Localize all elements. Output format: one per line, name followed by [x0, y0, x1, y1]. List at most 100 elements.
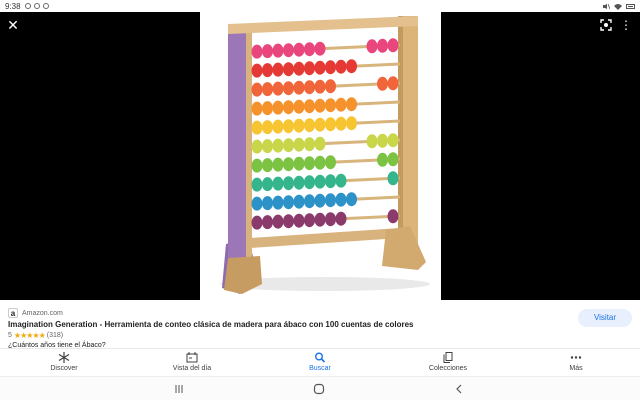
abacus-bead — [387, 171, 399, 186]
abacus-bead — [335, 97, 347, 112]
nav-discover[interactable]: Discover — [0, 349, 128, 376]
rating-count: (318) — [46, 332, 64, 339]
abacus-bead — [262, 139, 273, 154]
abacus-bead — [387, 133, 399, 148]
abacus-bead — [325, 212, 336, 227]
abacus-bead — [272, 195, 284, 210]
abacus-bead — [283, 100, 294, 115]
abacus-bead — [283, 62, 294, 77]
abacus-illustration — [220, 16, 430, 294]
notification-icon — [24, 3, 31, 9]
abacus-bead — [314, 60, 326, 75]
result-title[interactable]: Imagination Generation - Herramienta de … — [8, 320, 568, 329]
abacus-bead — [251, 82, 263, 97]
abacus-bead — [251, 215, 263, 230]
abacus-bead — [346, 192, 357, 207]
abacus-bead — [304, 99, 315, 114]
abacus-bead — [262, 101, 273, 116]
abacus-bead — [325, 117, 336, 132]
abacus-bead — [325, 155, 336, 170]
abacus-bead — [335, 173, 347, 188]
abacus-bead — [314, 79, 326, 94]
abacus-bead — [272, 100, 284, 115]
abacus-bead — [262, 82, 273, 97]
abacus-bead — [346, 116, 357, 131]
nav-label: Buscar — [309, 365, 331, 372]
abacus-bead — [387, 38, 399, 53]
abacus-bead — [346, 97, 357, 112]
abacus-bead — [325, 193, 336, 208]
abacus-bead — [366, 39, 378, 54]
abacus-bead — [251, 158, 263, 173]
abacus-bead — [304, 42, 315, 57]
abacus-bead — [272, 157, 284, 172]
system-status-icons — [602, 3, 635, 10]
mute-icon — [603, 3, 610, 9]
abacus-bead — [293, 99, 305, 114]
notification-icon — [42, 3, 49, 9]
abacus-bead — [304, 194, 315, 209]
recent-apps-icon[interactable] — [172, 382, 186, 396]
abacus-bead — [335, 211, 347, 226]
nav-colecciones[interactable]: Colecciones — [384, 349, 512, 376]
abacus-bead — [251, 101, 263, 116]
status-time: 9:38 — [5, 1, 21, 11]
abacus-bead — [262, 120, 273, 135]
source-name: Amazon.com — [22, 309, 63, 317]
abacus-image — [200, 12, 441, 300]
back-icon[interactable] — [452, 382, 466, 396]
amazon-logo-icon: a — [8, 308, 18, 318]
abacus-bead — [272, 214, 284, 229]
notification-icon — [33, 3, 40, 9]
abacus-bead — [251, 44, 263, 59]
abacus-bead — [262, 63, 273, 78]
abacus-bead — [293, 156, 305, 171]
abacus-bead — [283, 119, 294, 134]
abacus-bead — [325, 79, 336, 94]
abacus-bead — [283, 214, 294, 229]
abacus-bead — [272, 176, 284, 191]
abacus-bead — [272, 43, 284, 58]
nav-mas[interactable]: Más — [512, 349, 640, 376]
abacus-bead — [314, 212, 326, 227]
wifi-icon — [614, 3, 622, 10]
abacus-bead — [314, 174, 326, 189]
close-icon[interactable]: ✕ — [5, 17, 21, 33]
abacus-bead — [377, 133, 388, 148]
asterisk-icon — [58, 352, 70, 363]
screen: 9:38 ✕ ⋮ a Amazon.com Imagination Genera… — [0, 0, 640, 400]
more-horiz-icon — [570, 356, 582, 359]
visit-button[interactable]: Visitar — [578, 309, 632, 327]
abacus-bead — [251, 196, 263, 211]
more-vert-icon[interactable]: ⋮ — [620, 17, 632, 33]
rating-value: 5 — [8, 332, 12, 339]
abacus-bead — [387, 76, 399, 91]
abacus-bead — [325, 174, 336, 189]
abacus-bead — [304, 61, 315, 76]
lens-icon[interactable] — [598, 17, 614, 33]
abacus-bead — [283, 138, 294, 153]
abacus-bead — [304, 213, 315, 228]
abacus-bead — [251, 177, 263, 192]
abacus-bead — [314, 98, 326, 113]
abacus-bead — [304, 156, 315, 171]
abacus-bead — [272, 62, 284, 77]
abacus-bead — [293, 61, 305, 76]
source-row[interactable]: a Amazon.com — [8, 308, 63, 318]
image-viewer: ✕ ⋮ — [0, 12, 640, 300]
abacus-bead — [335, 59, 347, 74]
abacus-bead — [293, 118, 305, 133]
abacus-bead — [262, 177, 273, 192]
nav-vista-del-dia[interactable]: Vista del día — [128, 349, 256, 376]
abacus-bead — [283, 157, 294, 172]
abacus-bead — [283, 43, 294, 58]
home-icon[interactable] — [312, 382, 326, 396]
nav-label: Vista del día — [172, 365, 212, 372]
nav-label: Más — [569, 365, 583, 372]
nav-buscar[interactable]: Buscar — [256, 349, 384, 376]
bead-rows — [249, 38, 401, 230]
abacus-bead — [293, 80, 305, 95]
abacus-bead — [387, 209, 399, 224]
abacus-bead — [283, 195, 294, 210]
today-icon — [186, 352, 198, 363]
